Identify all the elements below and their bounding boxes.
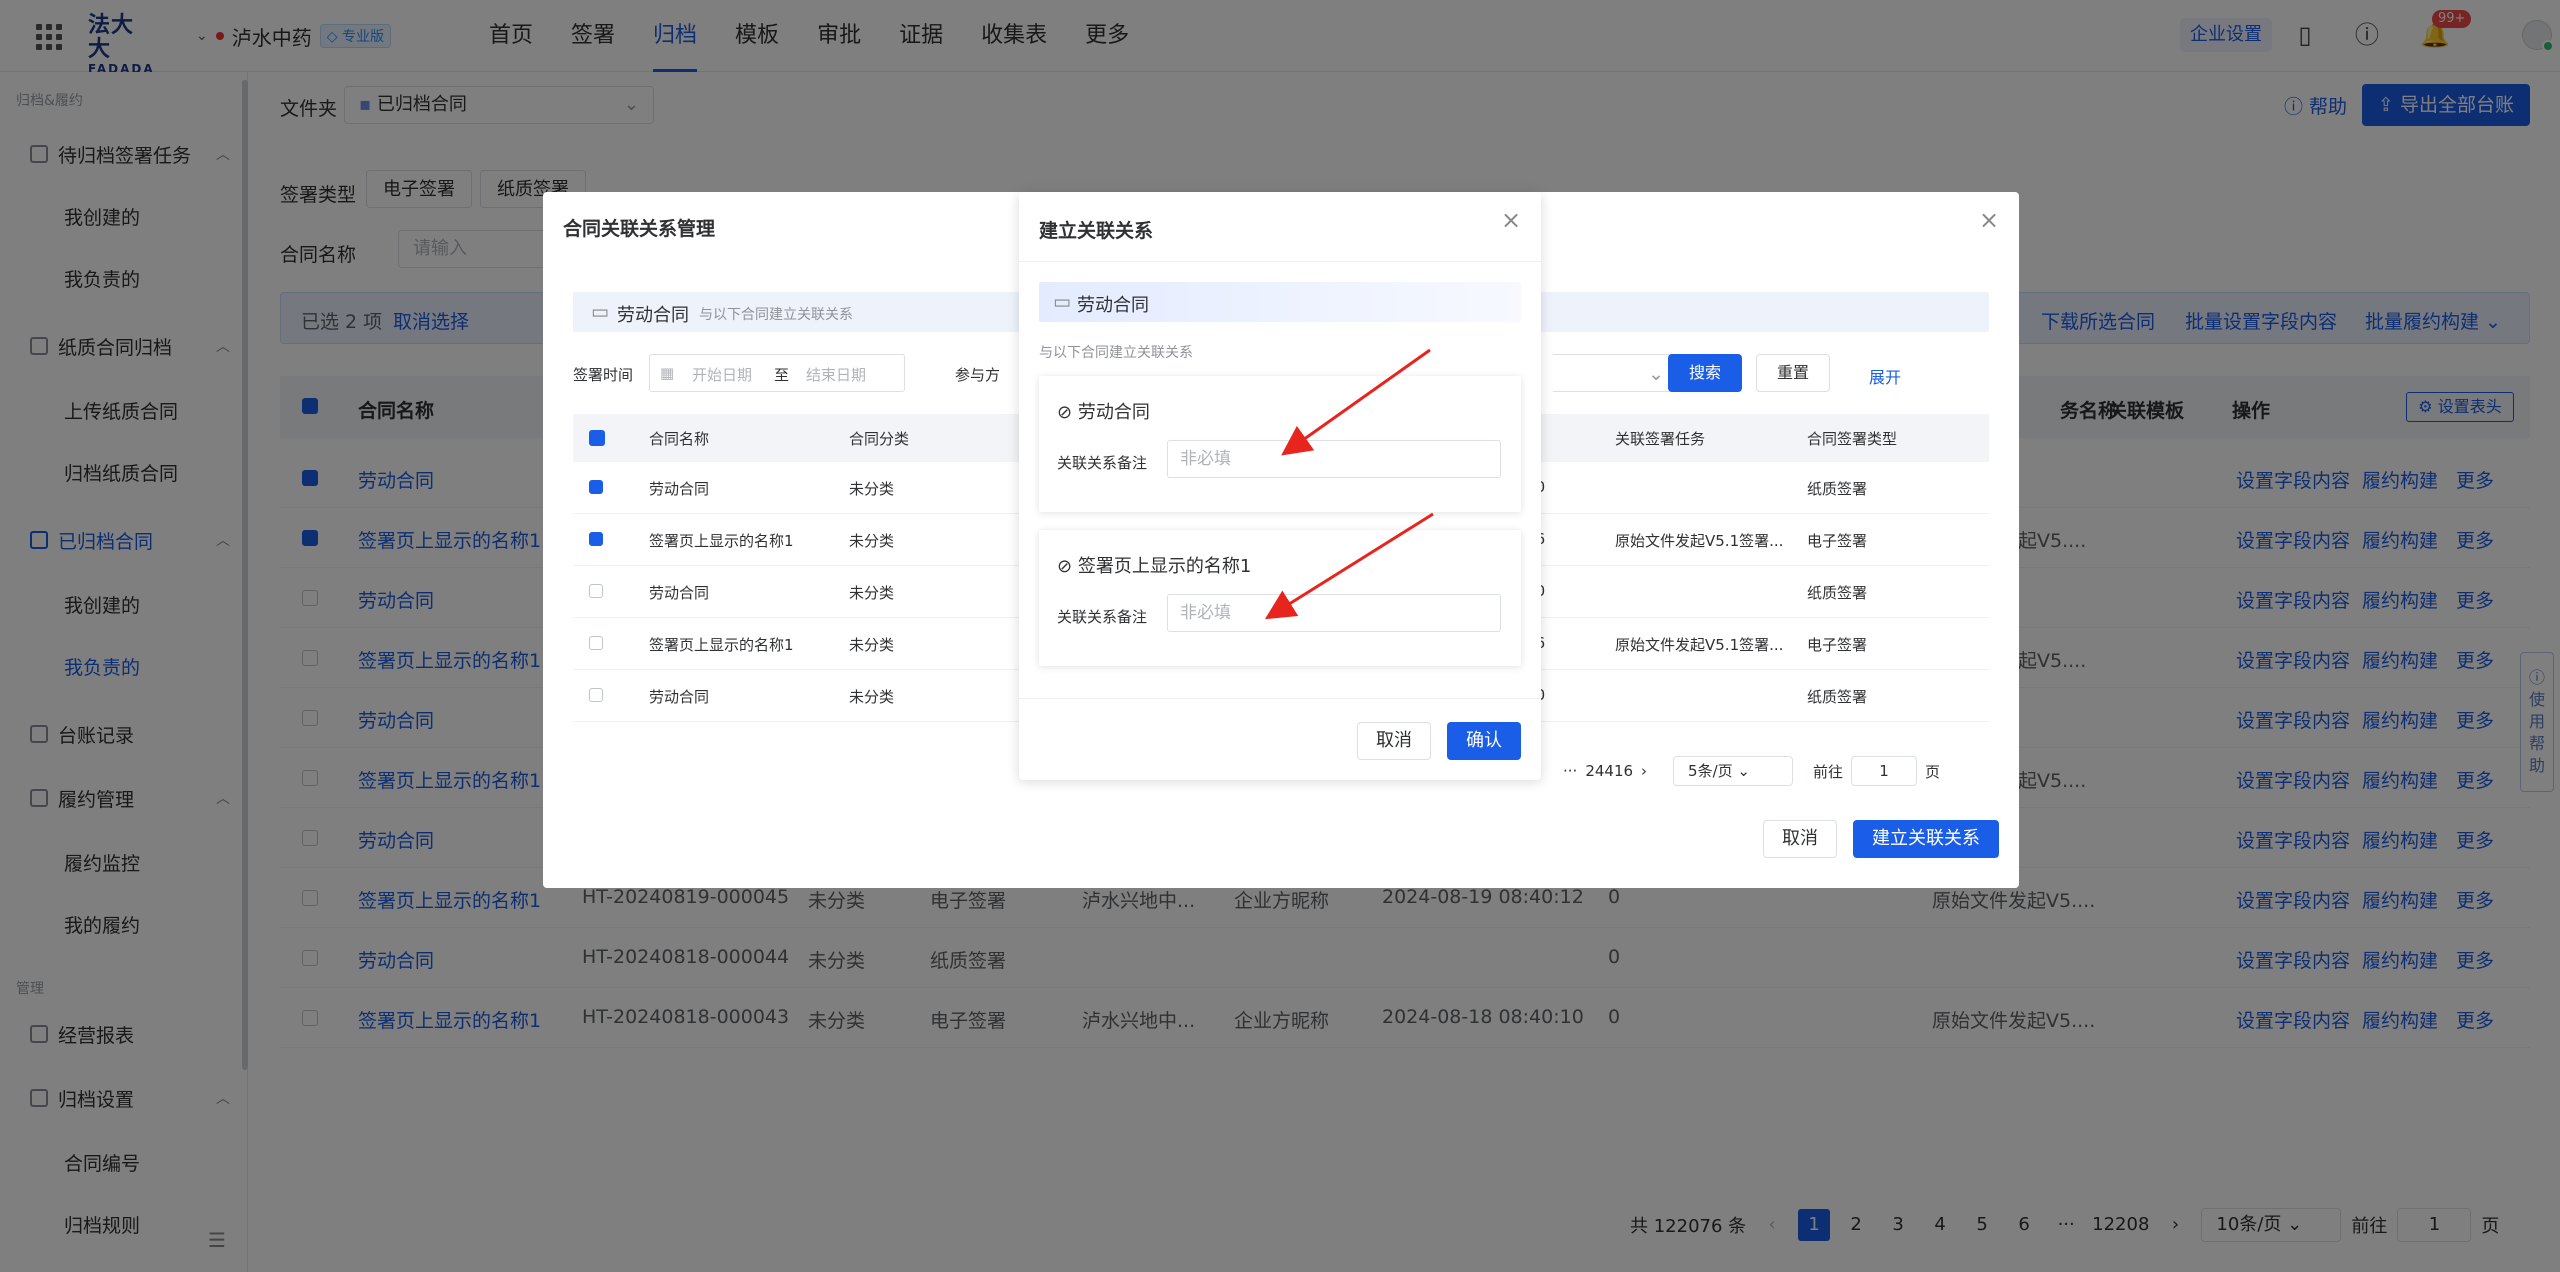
relation-card: ⊘ 签署页上显示的名称1 关联关系备注 非必填 (1039, 530, 1521, 666)
contract-category: 未分类 (849, 532, 895, 550)
dialog-footer-divider (1019, 698, 1541, 699)
document-icon: ▭ (1053, 291, 1071, 313)
dialog-header: 建立关联关系 × (1019, 192, 1541, 262)
start-date-placeholder: 开始日期 (692, 366, 753, 384)
main-contract-bar: ▭ 劳动合同 (1039, 282, 1521, 322)
page-button[interactable]: 24416 (1585, 762, 1633, 780)
contract-name: 劳动合同 (649, 584, 710, 602)
remark-label: 关联关系备注 (1057, 454, 1148, 472)
create-relation-button[interactable]: 建立关联关系 (1853, 820, 1999, 858)
row-checkbox[interactable] (589, 480, 603, 494)
row-checkbox[interactable] (589, 532, 603, 546)
related-contract-name: 劳动合同 (1077, 402, 1150, 423)
search-button[interactable]: 搜索 (1668, 354, 1742, 392)
relation-pagination: ··· 24416 › 5条/页 ⌄ 前往 1 页 (1563, 756, 1940, 786)
reset-button[interactable]: 重置 (1756, 354, 1830, 392)
column-header-task: 关联签署任务 (1615, 430, 1706, 448)
relation-remark-input[interactable]: 非必填 (1167, 440, 1501, 478)
party-label: 参与方 (955, 366, 1001, 384)
row-checkbox[interactable] (589, 636, 603, 650)
remark-label: 关联关系备注 (1057, 608, 1148, 626)
contract-name: 劳动合同 (649, 688, 710, 706)
dialog-title: 合同关联关系管理 (563, 218, 716, 240)
more-pages-icon[interactable]: ··· (1563, 762, 1577, 780)
contract-name: 签署页上显示的名称1 (649, 532, 794, 550)
related-task: 原始文件发起V5.1签署... (1615, 532, 1784, 550)
page-unit-label: 页 (1925, 762, 1941, 781)
row-checkbox[interactable] (589, 584, 603, 598)
relation-card: ⊘ 劳动合同 关联关系备注 非必填 (1039, 376, 1521, 512)
sign-type: 纸质签署 (1807, 688, 1868, 706)
relation-hint: 与以下合同建立关联关系 (1039, 345, 1193, 361)
main-contract-name: 劳动合同 (1077, 295, 1149, 316)
end-date-placeholder: 结束日期 (806, 366, 867, 384)
next-page-button[interactable]: › (1641, 762, 1647, 780)
calendar-icon: ▦ (660, 364, 675, 382)
create-relation-dialog: 建立关联关系 × ▭ 劳动合同 与以下合同建立关联关系 ⊘ 劳动合同 关联关系备… (1019, 192, 1541, 780)
related-contract-title: ⊘ 劳动合同 (1057, 398, 1150, 424)
page-size-select[interactable]: 5条/页 ⌄ (1673, 756, 1794, 786)
cancel-button[interactable]: 取消 (1357, 722, 1431, 760)
column-header-sign-type: 合同签署类型 (1807, 430, 1898, 448)
expand-filters-link[interactable]: 展开 (1869, 364, 1901, 388)
sign-type: 纸质签署 (1807, 480, 1868, 498)
select-all-checkbox[interactable] (589, 430, 605, 446)
column-header-name: 合同名称 (649, 430, 710, 448)
contract-category: 未分类 (849, 636, 895, 654)
relation-hint: 与以下合同建立关联关系 (699, 307, 853, 323)
close-icon[interactable]: × (1979, 206, 1999, 234)
sign-type: 电子签署 (1807, 636, 1868, 654)
paperclip-icon: ⊘ (1057, 402, 1073, 423)
contract-category: 未分类 (849, 584, 895, 602)
contract-category: 未分类 (849, 480, 895, 498)
party-select[interactable]: ⌄ (1553, 354, 1677, 392)
confirm-button[interactable]: 确认 (1447, 722, 1521, 760)
related-contract-title: ⊘ 签署页上显示的名称1 (1057, 552, 1251, 578)
goto-label: 前往 (1813, 762, 1844, 781)
paperclip-icon: ⊘ (1057, 556, 1073, 577)
page-size-value: 5条/页 (1688, 762, 1733, 780)
chevron-down-icon: ⌄ (1648, 363, 1664, 385)
main-contract-name: 劳动合同 (617, 305, 689, 326)
goto-page-input[interactable]: 1 (1851, 756, 1918, 786)
relation-remark-input[interactable]: 非必填 (1167, 594, 1501, 632)
document-icon: ▭ (591, 301, 609, 323)
related-contract-name: 签署页上显示的名称1 (1077, 556, 1252, 577)
sign-type: 电子签署 (1807, 532, 1868, 550)
dialog-title: 建立关联关系 (1039, 220, 1154, 242)
sign-time-label: 签署时间 (573, 366, 634, 384)
related-task: 原始文件发起V5.1签署... (1615, 636, 1784, 654)
close-icon[interactable]: × (1501, 206, 1521, 234)
sign-type: 纸质签署 (1807, 584, 1868, 602)
contract-category: 未分类 (849, 688, 895, 706)
column-header-category: 合同分类 (849, 430, 910, 448)
range-separator: 至 (774, 366, 790, 384)
contract-name: 签署页上显示的名称1 (649, 636, 794, 654)
contract-name: 劳动合同 (649, 480, 710, 498)
sign-time-range-picker[interactable]: ▦ 开始日期 至 结束日期 (649, 354, 905, 392)
cancel-button[interactable]: 取消 (1763, 820, 1837, 858)
row-checkbox[interactable] (589, 688, 603, 702)
